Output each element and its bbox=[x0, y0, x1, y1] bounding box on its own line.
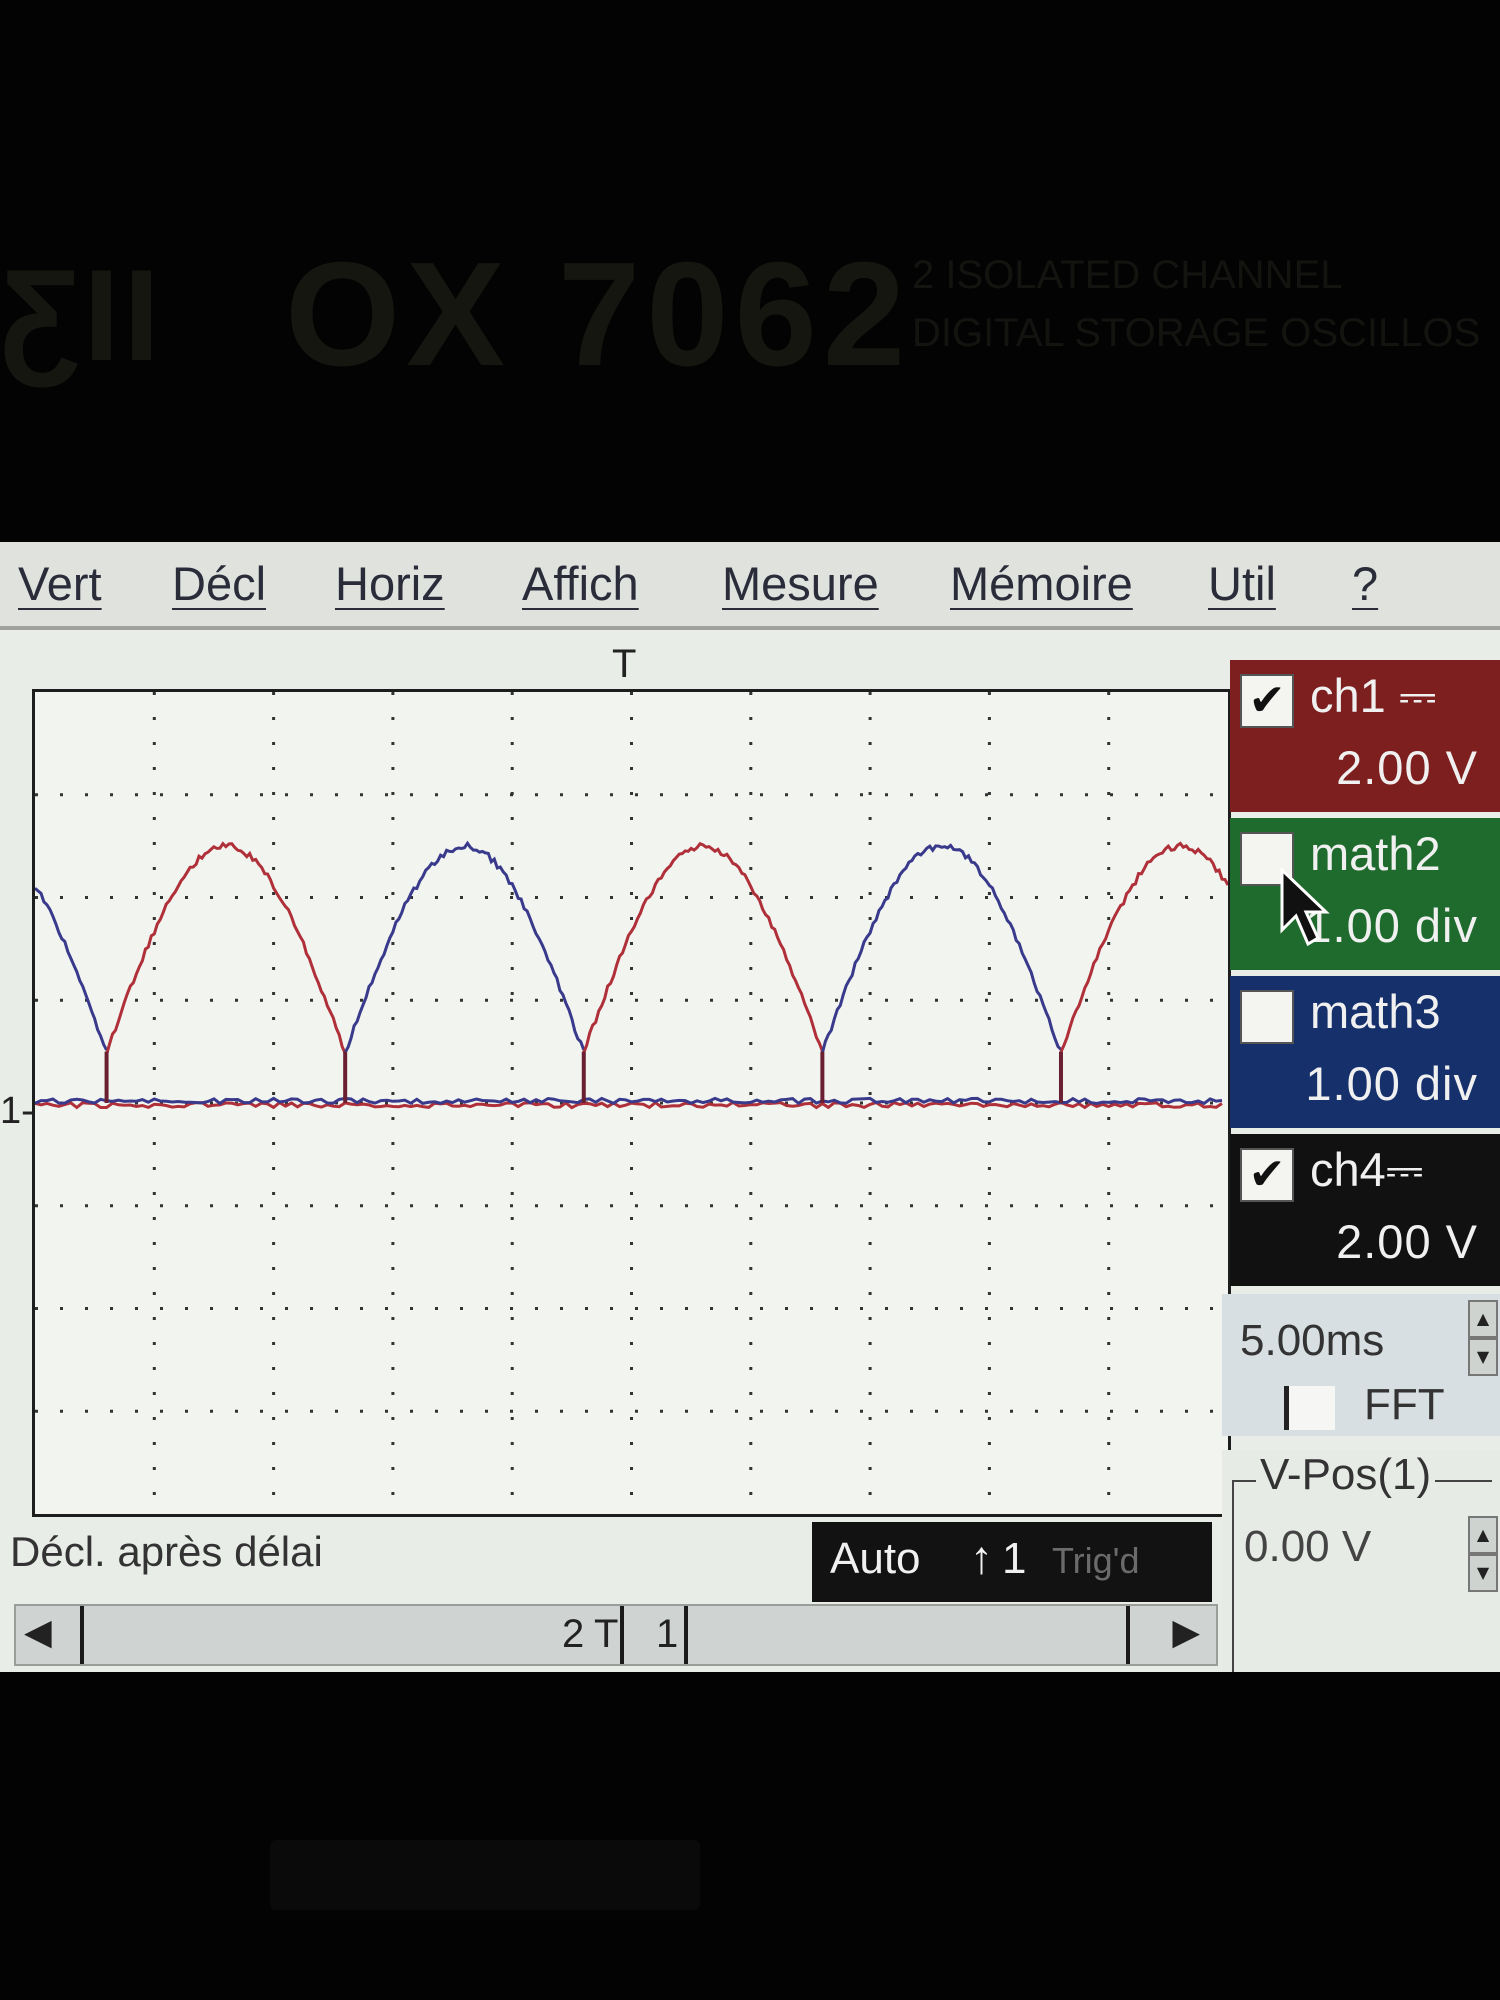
menu-vert[interactable]: Vert bbox=[18, 556, 102, 611]
scroll-window-end[interactable] bbox=[1126, 1606, 1130, 1664]
waveform-arc-ch1 bbox=[1061, 843, 1228, 1051]
math3-checkbox[interactable] bbox=[1240, 990, 1294, 1044]
trigger-status-text: Décl. après délai bbox=[10, 1528, 323, 1576]
scroll-marker-t-line bbox=[620, 1606, 624, 1664]
mouse-cursor-icon bbox=[1280, 868, 1340, 948]
trigger-source: 1 bbox=[1002, 1534, 1026, 1584]
vpos-label: V-Pos(1) bbox=[1256, 1450, 1435, 1500]
math3-name: math3 bbox=[1310, 984, 1441, 1039]
bezel-bottom-logo bbox=[270, 1840, 700, 1910]
trigger-mode: Auto bbox=[830, 1534, 921, 1584]
menu-affich[interactable]: Affich bbox=[522, 556, 639, 611]
menu-bar: Vert Décl Horiz Affich Mesure Mémoire Ut… bbox=[0, 542, 1500, 630]
menu-decl[interactable]: Décl bbox=[172, 556, 266, 611]
scroll-left-icon[interactable]: ◀ bbox=[24, 1612, 52, 1653]
ch1-scale: 2.00 V bbox=[1336, 740, 1478, 795]
bezel-description: 2 ISOLATED CHANNEL DIGITAL STORAGE OSCIL… bbox=[912, 246, 1480, 362]
waveform-arc-ch4 bbox=[822, 845, 1061, 1052]
fft-checkbox[interactable] bbox=[1284, 1386, 1335, 1430]
ch1-checkbox[interactable]: ✔ bbox=[1240, 674, 1294, 728]
channel-box-math2[interactable]: math2 1.00 div bbox=[1230, 818, 1500, 970]
waveform-arc-ch1 bbox=[107, 844, 346, 1055]
math3-scale: 1.00 div bbox=[1305, 1056, 1478, 1111]
trigger-status-box[interactable]: Auto ↑ 1 Trig'd bbox=[812, 1522, 1212, 1602]
menu-horiz[interactable]: Horiz bbox=[335, 556, 445, 611]
vpos-spin-up[interactable]: ▲ bbox=[1468, 1516, 1498, 1554]
vpos-panel: V-Pos(1) 0.00 V ▲ ▼ bbox=[1222, 1450, 1500, 1672]
menu-util[interactable]: Util bbox=[1208, 556, 1276, 611]
ch4-scale: 2.00 V bbox=[1336, 1214, 1478, 1269]
timebase-value[interactable]: 5.00ms bbox=[1240, 1316, 1384, 1366]
channel-box-ch4[interactable]: ✔ ch4⎓ 2.00 V bbox=[1230, 1134, 1500, 1286]
vpos-value[interactable]: 0.00 V bbox=[1244, 1522, 1371, 1572]
scroll-marker-2: 2 bbox=[562, 1612, 584, 1657]
timebase-spin-down[interactable]: ▼ bbox=[1468, 1338, 1498, 1376]
oscilloscope-screen: Vert Décl Horiz Affich Mesure Mémoire Ut… bbox=[0, 542, 1500, 1672]
rising-edge-icon: ↑ bbox=[970, 1530, 993, 1584]
scroll-marker-1-line bbox=[684, 1606, 688, 1664]
ch1-name: ch1 ⎓ bbox=[1310, 668, 1436, 725]
bezel-model-number: OX 7062 bbox=[285, 230, 911, 400]
vpos-frame bbox=[1232, 1480, 1492, 1672]
timebase-panel: 5.00ms ▲ ▼ FFT bbox=[1222, 1294, 1500, 1436]
bezel-brand-mark: ƸII bbox=[0, 240, 164, 390]
ch4-checkbox[interactable]: ✔ bbox=[1240, 1148, 1294, 1202]
menu-help[interactable]: ? bbox=[1352, 556, 1378, 611]
fft-label: FFT bbox=[1364, 1380, 1445, 1430]
vpos-spin-down[interactable]: ▼ bbox=[1468, 1554, 1498, 1592]
channel-box-math3[interactable]: math3 1.00 div bbox=[1230, 976, 1500, 1128]
scroll-marker-1: 1 bbox=[656, 1612, 678, 1657]
waveform-arc-ch4 bbox=[35, 888, 107, 1050]
scroll-window-start[interactable] bbox=[80, 1606, 84, 1664]
horizontal-scrollbar[interactable]: ◀ 2 T 1 ▶ bbox=[14, 1604, 1218, 1666]
waveform-display bbox=[32, 689, 1231, 1517]
waveform-arc-ch1 bbox=[584, 844, 823, 1053]
waveform-arc-ch4 bbox=[345, 843, 584, 1052]
scroll-marker-t: T bbox=[594, 1612, 618, 1657]
channel-1-ground-marker: 1- bbox=[0, 1090, 34, 1133]
waveform-svg bbox=[35, 692, 1228, 1514]
trigger-position-marker: T bbox=[612, 642, 636, 687]
channel-box-ch1[interactable]: ✔ ch1 ⎓ 2.00 V bbox=[1230, 660, 1500, 812]
menu-memoire[interactable]: Mémoire bbox=[950, 556, 1133, 611]
menu-mesure[interactable]: Mesure bbox=[722, 556, 879, 611]
timebase-spin-up[interactable]: ▲ bbox=[1468, 1300, 1498, 1338]
ch4-name: ch4⎓ bbox=[1310, 1142, 1423, 1199]
trigger-state: Trig'd bbox=[1052, 1540, 1140, 1582]
scroll-right-icon[interactable]: ▶ bbox=[1172, 1612, 1200, 1653]
